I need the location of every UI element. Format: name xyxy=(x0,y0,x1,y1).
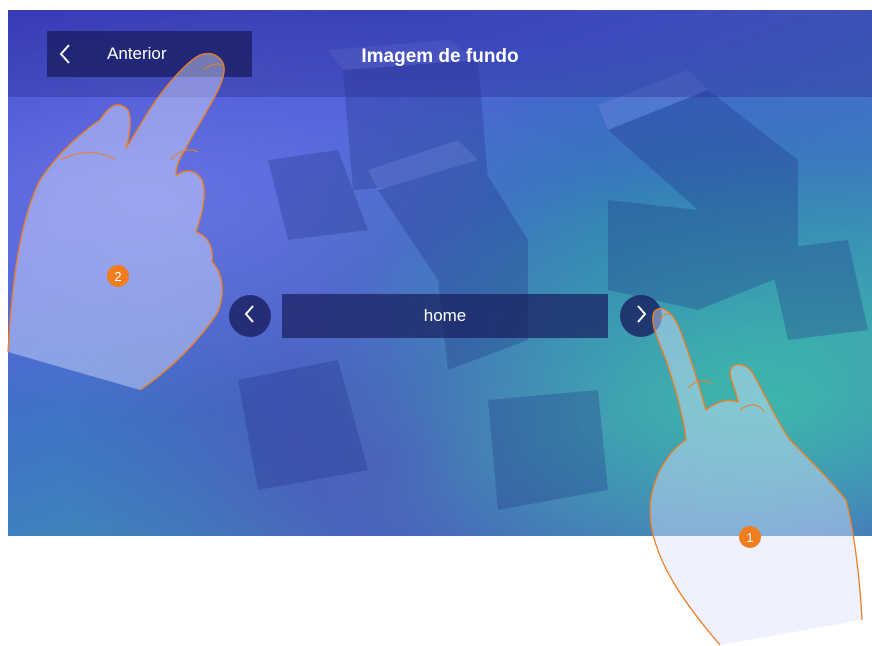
device-screen: Anterior Imagem de fundo home xyxy=(8,10,872,536)
chevron-right-icon xyxy=(634,303,648,330)
step-badge-2: 2 xyxy=(107,265,129,287)
previous-image-button[interactable] xyxy=(229,295,271,337)
page-title: Imagem de fundo xyxy=(361,46,519,67)
background-selector: home xyxy=(282,294,608,338)
step-badge-1: 1 xyxy=(739,526,761,548)
selected-background-value: home xyxy=(423,306,467,325)
chevron-left-icon xyxy=(243,303,257,330)
stage: Anterior Imagem de fundo home 2 1 xyxy=(0,0,872,646)
next-image-button[interactable] xyxy=(620,295,662,337)
